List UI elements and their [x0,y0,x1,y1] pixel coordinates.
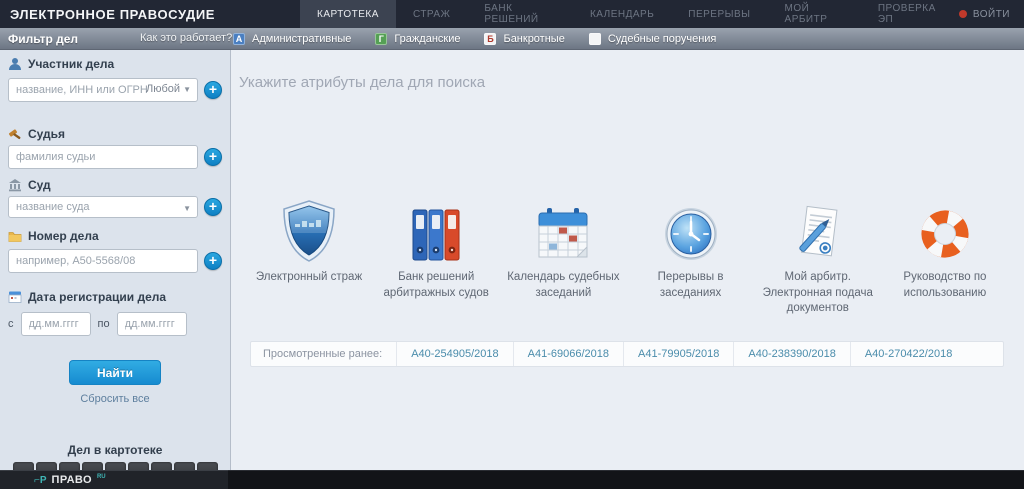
add-court-button[interactable]: + [204,198,222,216]
pravo-logo-icon: ⌐P [34,475,47,486]
court-select-caret[interactable]: ▼ [183,202,191,214]
checkbox-icon [589,33,601,45]
participant-input-wrap: Любой ▼ [8,78,198,102]
footer-spacer [228,470,1024,489]
clock-icon [663,206,719,262]
filter-label: Банкротные [503,33,564,45]
footer: ⌐P ПРАВО RU [0,470,1024,489]
service-hearing-breaks[interactable]: Перерывы в заседаниях [632,200,750,317]
login-button[interactable]: ВОЙТИ [959,0,1024,28]
login-label: ВОЙТИ [973,9,1010,20]
how-it-works-link[interactable]: Как это работает? [140,32,232,44]
service-my-arbitr-filing[interactable]: Мой арбитр. Электронная подача документо… [759,200,877,317]
folder-icon [8,229,22,243]
filter-civil[interactable]: Г Гражданские [375,33,460,45]
reset-all-link[interactable]: Сбросить все [8,393,222,405]
recent-case-link[interactable]: А41-79905/2018 [623,342,733,366]
participant-section-label: Участник дела [8,57,222,71]
date-to-input[interactable] [118,313,186,335]
date-to-wrap [117,312,187,336]
add-participant-button[interactable]: + [204,81,222,99]
recent-case-link[interactable]: А40-238390/2018 [733,342,849,366]
pravo-ru-logo[interactable]: ⌐P ПРАВО RU [0,470,228,489]
filter-court-orders[interactable]: Судебные поручения [589,33,717,45]
judge-input-wrap [8,145,198,169]
service-user-guide[interactable]: Руководство по использованию [886,200,1004,317]
date-from-input[interactable] [22,313,90,335]
date-from-label: с [8,318,14,330]
recent-case-link[interactable]: А41-69066/2018 [513,342,623,366]
participant-type-select[interactable]: Любой ▼ [146,83,191,95]
case-number-input-wrap [8,249,198,273]
recent-case-link[interactable]: А40-254905/2018 [396,342,512,366]
filter-administrative[interactable]: А Административные [233,33,351,45]
lifebuoy-icon [917,206,973,262]
nav-strazh[interactable]: СТРАЖ [396,0,467,28]
service-electronic-guard[interactable]: Электронный страж [250,200,368,317]
recently-viewed-label: Просмотренные ранее: [251,342,396,366]
filter-bankruptcy[interactable]: Б Банкротные [484,33,564,45]
court-section-label: Суд [8,178,222,192]
gavel-icon [8,127,22,141]
top-bar: ЭЛЕКТРОННОЕ ПРАВОСУДИЕ КАРТОТЕКА СТРАЖ Б… [0,0,1024,28]
add-case-number-button[interactable]: + [204,252,222,270]
administrative-letter-icon: А [233,33,245,45]
date-to-label: по [98,318,110,330]
reg-date-section-label: Дата регистрации дела [8,290,222,304]
case-number-input[interactable] [9,250,197,272]
add-judge-button[interactable]: + [204,148,222,166]
filter-label: Гражданские [394,33,460,45]
calendar-icon [535,206,591,262]
building-icon [8,178,22,192]
nav-bank-resheniy[interactable]: БАНК РЕШЕНИЙ [467,0,573,28]
nav-moy-arbitr[interactable]: МОЙ АРБИТР [768,0,861,28]
app-window: ЭЛЕКТРОННОЕ ПРАВОСУДИЕ КАРТОТЕКА СТРАЖ Б… [0,0,1024,489]
filter-label: Судебные поручения [608,33,717,45]
case-category-filters: А Административные Г Гражданские Б Банкр… [233,28,716,50]
calendar-small-icon [8,290,22,304]
nav-kalendar[interactable]: КАЛЕНДАРЬ [573,0,671,28]
case-counter-label: Дел в картотеке [8,443,222,457]
nav-proverka-ep[interactable]: ПРОВЕРКА ЭП [861,0,959,28]
recent-case-link[interactable]: А40-270422/2018 [850,342,966,366]
shield-icon [281,200,337,262]
court-select[interactable] [9,197,197,217]
binders-icon [410,206,462,262]
filter-title: Фильтр дел [8,32,78,46]
search-button[interactable]: Найти [69,360,161,385]
nav-pereryvy[interactable]: ПЕРЕРЫВЫ [671,0,767,28]
service-decisions-bank[interactable]: Банк решений арбитражных судов [377,200,495,317]
recently-viewed-bar: Просмотренные ранее: А40-254905/2018 А41… [250,341,1004,367]
filter-label: Административные [252,33,351,45]
chevron-down-icon: ▼ [183,85,191,94]
case-number-section-label: Номер дела [8,229,222,243]
chevron-down-icon: ▼ [183,204,191,213]
judge-section-label: Судья [8,127,222,141]
court-select-wrap: ▼ [8,196,198,218]
login-status-icon [959,10,967,18]
filter-bar: Фильтр дел Как это работает? А Администр… [0,28,1024,50]
search-filter-sidebar: Участник дела Любой ▼ + Судья [0,50,231,470]
civil-letter-icon: Г [375,33,387,45]
brand-title: ЭЛЕКТРОННОЕ ПРАВОСУДИЕ [0,0,300,28]
judge-input[interactable] [9,146,197,168]
services-row: Электронный страж Банк решений а [250,200,1004,317]
page-title: Укажите атрибуты дела для поиска [239,74,485,91]
bankruptcy-letter-icon: Б [484,33,496,45]
service-hearings-calendar[interactable]: Календарь судебных заседаний [504,200,622,317]
nav-kartoteka[interactable]: КАРТОТЕКА [300,0,396,28]
person-icon [8,57,22,71]
main-content: Укажите атрибуты дела для поиска [231,50,1024,470]
document-pen-icon [790,204,846,262]
date-from-wrap [21,312,91,336]
top-nav: КАРТОТЕКА СТРАЖ БАНК РЕШЕНИЙ КАЛЕНДАРЬ П… [300,0,959,28]
